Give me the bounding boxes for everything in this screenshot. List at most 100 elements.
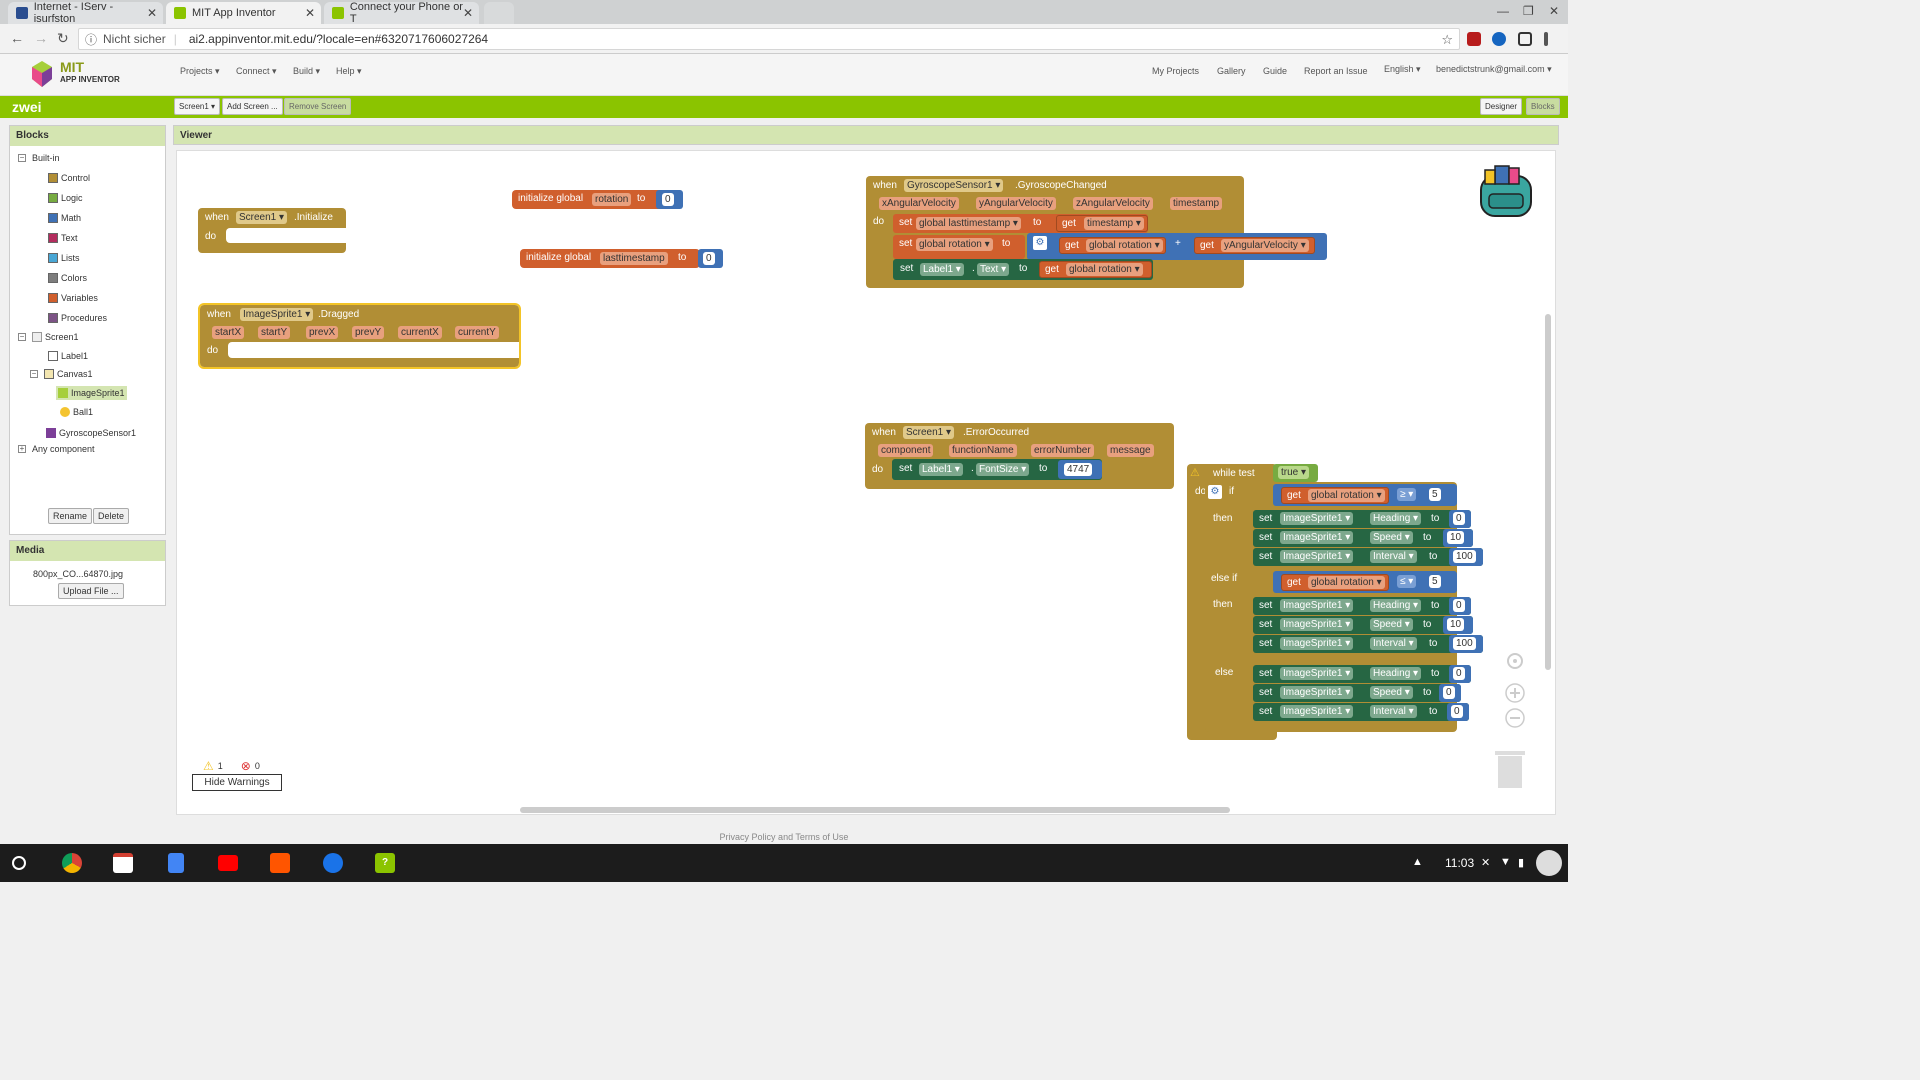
gyro-dropdown[interactable]: GyroscopeSensor1 ▾	[904, 179, 1004, 192]
set-imagesprite-interval-block[interactable]: set ImageSprite1 ▾ Interval ▾ to 100	[1253, 548, 1483, 566]
back-arrow-icon[interactable]: ←	[10, 30, 24, 46]
menu-build[interactable]: Build ▾	[293, 66, 320, 77]
launcher-icon[interactable]	[12, 856, 26, 870]
add-screen-button[interactable]: Add Screen ...	[222, 98, 283, 115]
battery-icon[interactable]: ▮	[1518, 856, 1524, 869]
docs-icon[interactable]	[168, 853, 184, 873]
zoom-out-icon[interactable]	[1505, 708, 1525, 728]
collapse-icon[interactable]: −	[18, 333, 26, 341]
get-global-rotation-block[interactable]: get global rotation ▾	[1039, 261, 1152, 278]
notification-bell-icon[interactable]: ▲	[1412, 856, 1423, 868]
number-block[interactable]: 0	[1449, 510, 1471, 528]
account-dropdown[interactable]: benedictstrunk@gmail.com ▾	[1436, 64, 1552, 75]
trash-icon[interactable]	[1495, 748, 1525, 790]
get-global-rotation-block[interactable]: get global rotation ▾	[1059, 237, 1166, 254]
blocks-workspace[interactable]: when Screen1 ▾ .Initialize do initialize…	[176, 150, 1556, 815]
set-imagesprite-interval-block[interactable]: set ImageSprite1 ▾ Interval ▾ to 100	[1253, 635, 1483, 653]
tree-imagesprite1[interactable]: ImageSprite1	[56, 386, 127, 400]
set-label1-text-block[interactable]: set Label1 ▾ . Text ▾ to get global rota…	[893, 259, 1153, 280]
number-block[interactable]: 100	[1449, 548, 1483, 566]
mute-icon[interactable]: ✕	[1481, 856, 1490, 869]
tree-item-procedures[interactable]: Procedures	[48, 313, 107, 323]
tree-builtin[interactable]: − Built-in	[18, 153, 60, 163]
set-imagesprite-speed-block[interactable]: set ImageSprite1 ▾ Speed ▾ to 0	[1253, 684, 1461, 702]
soundcloud-icon[interactable]	[270, 853, 290, 873]
link-guide[interactable]: Guide	[1263, 66, 1287, 76]
tree-item-variables[interactable]: Variables	[48, 293, 98, 303]
compare-lte-block[interactable]: get global rotation ▾ ≤ ▾ 5	[1273, 571, 1457, 593]
link-report-issue[interactable]: Report an Issue	[1304, 66, 1368, 76]
close-tab-icon[interactable]: ✕	[463, 6, 473, 20]
imagesprite-dropdown[interactable]: ImageSprite1 ▾	[240, 308, 314, 321]
set-global-rotation-block[interactable]: set global rotation ▾ to	[893, 235, 1025, 259]
upload-file-button[interactable]: Upload File ...	[58, 583, 124, 599]
number-block[interactable]: 0	[1449, 665, 1471, 683]
minimize-icon[interactable]: —	[1497, 4, 1509, 18]
set-imagesprite-heading-block[interactable]: set ImageSprite1 ▾ Heading ▾ to 0	[1253, 597, 1471, 615]
set-imagesprite-interval-block[interactable]: set ImageSprite1 ▾ Interval ▾ to 0	[1253, 703, 1469, 721]
compare-gte-block[interactable]: get global rotation ▾ ≥ ▾ 5	[1273, 484, 1457, 506]
get-global-rotation-block[interactable]: get global rotation ▾	[1281, 487, 1389, 504]
tree-any-component[interactable]: + Any component	[18, 444, 95, 454]
designer-button[interactable]: Designer	[1480, 98, 1523, 115]
media-file[interactable]: 800px_CO...64870.jpg	[33, 569, 123, 579]
number-block[interactable]: 10	[1443, 529, 1473, 547]
mutator-gear-icon[interactable]: ⚙	[1208, 485, 1222, 499]
number-block[interactable]: 100	[1449, 635, 1483, 653]
screen-dropdown[interactable]: Screen1 ▾	[903, 426, 955, 439]
tree-screen1[interactable]: − Screen1	[18, 332, 79, 342]
get-yangularvelocity-block[interactable]: get yAngularVelocity ▾	[1194, 237, 1315, 254]
imagesprite-dragged-event-block[interactable]: when ImageSprite1 ▾ .Dragged startX star…	[198, 303, 521, 369]
close-tab-icon[interactable]: ✕	[305, 6, 315, 20]
bookmark-star-icon[interactable]: ☆	[1441, 32, 1453, 48]
collapse-icon[interactable]: −	[30, 370, 38, 378]
set-imagesprite-heading-block[interactable]: set ImageSprite1 ▾ Heading ▾ to 0	[1253, 510, 1471, 528]
backpack-icon[interactable]	[1473, 162, 1539, 224]
tree-item-control[interactable]: Control	[48, 173, 90, 183]
reload-icon[interactable]: ↻	[57, 30, 69, 47]
menu-help[interactable]: Help ▾	[336, 66, 362, 77]
screen-select-button[interactable]: Screen1 ▾	[174, 98, 221, 115]
zoom-in-icon[interactable]	[1505, 683, 1525, 703]
expand-icon[interactable]: +	[18, 445, 26, 453]
maximize-icon[interactable]: ❐	[1523, 4, 1534, 18]
user-avatar[interactable]	[1536, 850, 1562, 876]
horizontal-scrollbar[interactable]	[520, 807, 1230, 813]
clock[interactable]: 11:03	[1445, 856, 1474, 870]
tree-item-colors[interactable]: Colors	[48, 273, 87, 283]
privacy-footer-link[interactable]: Privacy Policy and Terms of Use	[0, 830, 1568, 844]
profile-extension-icon[interactable]	[1492, 32, 1506, 46]
tree-item-logic[interactable]: Logic	[48, 193, 83, 203]
hide-warnings-button[interactable]: Hide Warnings	[192, 774, 282, 791]
mit-app-inventor-logo[interactable]: MIT APP INVENTOR	[28, 57, 128, 91]
browser-tab-app-inventor[interactable]: MIT App Inventor ✕	[166, 2, 321, 24]
set-imagesprite-speed-block[interactable]: set ImageSprite1 ▾ Speed ▾ to 10	[1253, 529, 1473, 547]
files-icon[interactable]	[323, 853, 343, 873]
link-gallery[interactable]: Gallery	[1217, 66, 1246, 76]
tree-item-lists[interactable]: Lists	[48, 253, 80, 263]
tree-item-text[interactable]: Text	[48, 233, 78, 243]
tree-canvas1[interactable]: − Canvas1	[30, 369, 93, 379]
menu-connect[interactable]: Connect ▾	[236, 66, 277, 77]
gmail-icon[interactable]	[113, 853, 133, 873]
var-name-field[interactable]: rotation	[592, 193, 632, 206]
vertical-scrollbar[interactable]	[1545, 314, 1551, 670]
cast-icon[interactable]	[1518, 32, 1532, 46]
forward-arrow-icon[interactable]: →	[34, 30, 48, 46]
help-app-icon[interactable]: ?	[375, 853, 395, 873]
browser-menu-icon[interactable]	[1544, 32, 1548, 46]
info-icon[interactable]: ⓘ	[85, 31, 97, 48]
url-omnibox[interactable]: ⓘ Nicht sicher | ai2.appinventor.mit.edu…	[78, 28, 1460, 50]
wifi-icon[interactable]: ▼	[1500, 856, 1511, 868]
number-block[interactable]: 0	[698, 249, 723, 268]
screen-initialize-event-block[interactable]: when Screen1 ▾ .Initialize do	[198, 208, 346, 253]
window-close-icon[interactable]: ✕	[1549, 4, 1559, 18]
number-block[interactable]: 0	[1439, 684, 1461, 702]
warning-icon[interactable]: ⚠	[1190, 467, 1203, 480]
screen-dropdown[interactable]: Screen1 ▾	[236, 211, 288, 224]
browser-tab-connect[interactable]: Connect your Phone or T ✕	[324, 1, 479, 25]
get-timestamp-block[interactable]: get timestamp ▾	[1056, 215, 1148, 232]
mutator-gear-icon[interactable]: ⚙	[1033, 236, 1047, 250]
blocks-button[interactable]: Blocks	[1526, 98, 1560, 115]
tree-label1[interactable]: Label1	[48, 351, 88, 361]
